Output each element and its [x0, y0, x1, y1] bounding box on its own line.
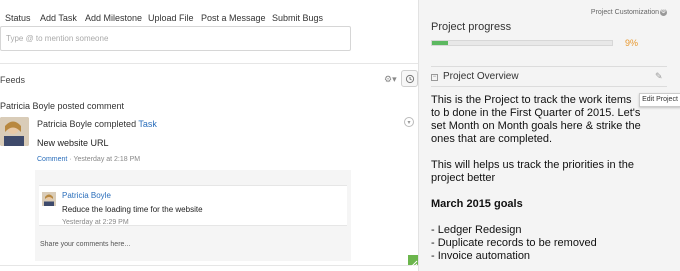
avatar[interactable]	[42, 192, 56, 206]
avatar-image	[0, 117, 29, 146]
collapse-icon[interactable]: −	[431, 74, 438, 81]
history-icon[interactable]	[401, 70, 418, 87]
tab-post-message[interactable]: Post a Message	[201, 13, 266, 23]
comment-link[interactable]: Comment	[37, 156, 67, 163]
post-timestamp: · Yesterday at 2:18 PM	[67, 156, 141, 163]
goal-item: - Invoice automation	[431, 250, 531, 262]
tab-upload-file[interactable]: Upload File	[148, 13, 194, 23]
avatar-image	[42, 192, 56, 206]
overview-paragraph: This will helps us track the priorities …	[431, 159, 634, 184]
reply-input[interactable]: Share your comments here...	[40, 241, 130, 248]
goal-item: - Duplicate records to be removed	[431, 237, 597, 249]
pencil-icon[interactable]: ✎	[655, 71, 663, 82]
tab-add-task[interactable]: Add Task	[40, 13, 77, 23]
progress-bar	[431, 40, 613, 46]
main-pane: Status Add Task Add Milestone Upload Fil…	[0, 0, 418, 271]
post-title: New website URL	[37, 138, 109, 148]
progress-percent: 9%	[625, 38, 639, 48]
divider	[0, 63, 418, 64]
tab-status[interactable]: Status	[5, 13, 31, 23]
comment-thread: Patricia Boyle Reduce the loading time f…	[35, 170, 351, 261]
goals-heading: March 2015 goals	[431, 198, 523, 210]
overview-paragraph: This is the Project to track the work it…	[431, 94, 641, 145]
project-customization-link[interactable]: Project Customization	[591, 9, 659, 16]
post-header: Patricia Boyle posted comment	[0, 101, 125, 111]
divider	[431, 66, 667, 67]
comment-item: Patricia Boyle Reduce the loading time f…	[39, 185, 347, 226]
avatar[interactable]	[0, 117, 29, 146]
feeds-title: Feeds	[0, 75, 26, 85]
progress-title: Project progress	[431, 21, 512, 33]
tab-submit-bugs[interactable]: Submit Bugs	[272, 13, 323, 23]
goal-item: - Ledger Redesign	[431, 224, 522, 236]
post-action: completed	[94, 119, 137, 129]
grip-icon	[410, 260, 418, 268]
comment-text: Reduce the loading time for the website	[62, 205, 203, 214]
tab-add-milestone[interactable]: Add Milestone	[85, 13, 142, 23]
mention-input[interactable]	[1, 27, 350, 50]
edit-project-tooltip: Edit Project	[639, 93, 680, 107]
overview-title: Project Overview	[443, 71, 519, 82]
divider	[431, 86, 667, 87]
comment-author[interactable]: Patricia Boyle	[62, 191, 111, 200]
overview-description: This is the Project to track the work it…	[431, 94, 643, 263]
gear-icon[interactable]: ⚙▾	[384, 74, 397, 85]
history-icon-svg	[405, 74, 414, 83]
settings-icon[interactable]: ⚙	[660, 9, 667, 16]
divider	[0, 265, 418, 266]
task-link[interactable]: Task	[138, 119, 157, 129]
post-activity: Patricia Boyle completed Task	[37, 119, 157, 129]
comment-timestamp: Yesterday at 2:29 PM	[62, 219, 129, 226]
post-meta: Comment · Yesterday at 2:18 PM	[37, 156, 140, 163]
post-author[interactable]: Patricia Boyle	[37, 119, 92, 129]
resize-handle[interactable]	[408, 255, 418, 268]
mention-composer[interactable]	[0, 26, 351, 51]
progress-fill	[432, 41, 449, 45]
chevron-down-icon[interactable]: ▾	[404, 117, 414, 127]
project-sidebar: Project Customization ⚙ Project progress…	[418, 0, 680, 271]
